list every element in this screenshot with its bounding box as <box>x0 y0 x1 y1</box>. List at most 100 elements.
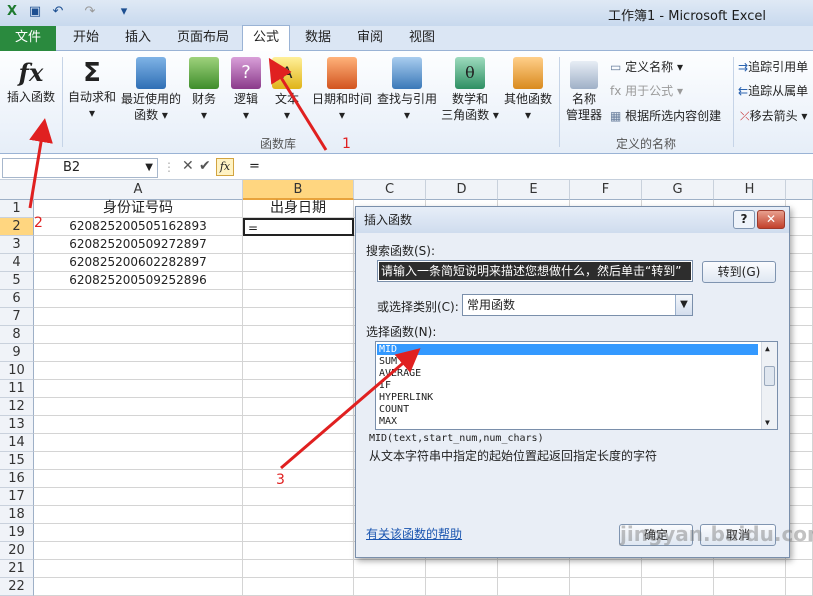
row-header[interactable]: 19 <box>0 524 34 542</box>
row-header[interactable]: 5 <box>0 272 34 290</box>
financial-button[interactable]: 财务 ▾ <box>185 57 223 123</box>
list-item-selected[interactable]: MID <box>377 344 758 355</box>
grid-cell[interactable] <box>34 344 243 362</box>
date-time-button[interactable]: 日期和时间 ▾ <box>310 57 374 123</box>
row-header[interactable]: 12 <box>0 398 34 416</box>
tab-page-layout[interactable]: 页面布局 <box>177 26 229 51</box>
grid-cell[interactable] <box>498 560 570 578</box>
grid-cell[interactable] <box>34 452 243 470</box>
close-icon[interactable]: ✕ <box>757 210 785 229</box>
expand-icon[interactable]: ⋮ <box>163 160 175 174</box>
list-item[interactable]: SUM <box>379 356 397 367</box>
scroll-down-icon[interactable]: ▼ <box>765 418 770 427</box>
undo-icon[interactable]: ↶ <box>50 4 66 20</box>
grid-cell[interactable] <box>34 470 243 488</box>
grid-cell[interactable] <box>34 326 243 344</box>
list-item[interactable]: AVERAGE <box>379 368 421 379</box>
tab-data[interactable]: 数据 <box>305 26 331 51</box>
grid-cell[interactable] <box>34 290 243 308</box>
grid-cell[interactable] <box>243 560 354 578</box>
grid-cell[interactable] <box>243 308 354 326</box>
grid-cell[interactable] <box>34 506 243 524</box>
insert-function-button[interactable]: fx 插入函数 <box>4 57 58 105</box>
row-header[interactable]: 13 <box>0 416 34 434</box>
redo-icon[interactable]: ↷ <box>82 4 98 20</box>
grid-cell[interactable] <box>786 218 813 236</box>
formula-content[interactable]: = <box>249 159 260 174</box>
tab-home[interactable]: 开始 <box>73 26 99 51</box>
grid-cell[interactable] <box>243 254 354 272</box>
grid-cell[interactable] <box>34 380 243 398</box>
grid-cell[interactable] <box>642 560 714 578</box>
lookup-reference-button[interactable]: 查找与引用 ▾ <box>376 57 438 123</box>
grid-cell[interactable] <box>570 560 642 578</box>
category-select[interactable]: 常用函数 ▼ <box>462 294 693 316</box>
grid-cell[interactable] <box>243 524 354 542</box>
trace-precedents-button[interactable]: ⇉追踪引用单 <box>738 59 808 75</box>
insert-function-icon[interactable]: fx <box>216 158 234 176</box>
cancel-icon[interactable]: ✕ <box>182 158 194 174</box>
grid-cell[interactable] <box>786 452 813 470</box>
grid-cell[interactable] <box>786 236 813 254</box>
column-header[interactable]: G <box>642 180 714 200</box>
grid-cell[interactable] <box>243 344 354 362</box>
grid-cell[interactable] <box>786 488 813 506</box>
grid-cell[interactable] <box>786 578 813 596</box>
create-from-selection-button[interactable]: ▦ 根据所选内容创建 <box>610 108 721 124</box>
grid-cell[interactable] <box>243 506 354 524</box>
row-header[interactable]: 11 <box>0 380 34 398</box>
list-item[interactable]: HYPERLINK <box>379 392 433 403</box>
math-trig-button[interactable]: θ 数学和 三角函数 ▾ <box>440 57 500 123</box>
grid-cell[interactable] <box>34 524 243 542</box>
cell-a1[interactable]: 身份证号码 <box>34 200 243 218</box>
row-header[interactable]: 15 <box>0 452 34 470</box>
grid-cell[interactable] <box>786 470 813 488</box>
grid-cell[interactable] <box>786 200 813 218</box>
grid-cell[interactable] <box>786 272 813 290</box>
scrollbar[interactable]: ▲ ▼ <box>761 342 777 429</box>
more-functions-button[interactable]: 其他函数 ▾ <box>502 57 554 123</box>
tab-file[interactable]: 文件 <box>0 26 56 51</box>
row-header[interactable]: 3 <box>0 236 34 254</box>
grid-cell[interactable] <box>243 434 354 452</box>
grid-cell[interactable] <box>786 362 813 380</box>
name-manager-button[interactable]: 名称 管理器 <box>562 61 606 123</box>
define-name-button[interactable]: ▭ 定义名称 ▾ <box>610 59 683 75</box>
grid-cell[interactable] <box>243 416 354 434</box>
row-header[interactable]: 2 <box>0 218 34 236</box>
search-input[interactable]: 请输入一条简短说明来描述您想做什么，然后单击“转到” <box>377 260 693 282</box>
column-header[interactable]: H <box>714 180 786 200</box>
grid-cell[interactable] <box>243 452 354 470</box>
row-header[interactable]: 4 <box>0 254 34 272</box>
row-header[interactable]: 18 <box>0 506 34 524</box>
tab-insert[interactable]: 插入 <box>125 26 151 51</box>
row-header[interactable]: 1 <box>0 200 34 218</box>
grid-cell[interactable] <box>354 578 426 596</box>
column-header[interactable]: F <box>570 180 642 200</box>
scroll-up-icon[interactable]: ▲ <box>765 344 770 353</box>
cell-a4[interactable]: 620825200602282897 <box>34 254 243 272</box>
grid-cell[interactable] <box>243 272 354 290</box>
logical-button[interactable]: ? 逻辑 ▾ <box>228 57 264 123</box>
row-header[interactable]: 9 <box>0 344 34 362</box>
grid-cell[interactable] <box>243 290 354 308</box>
grid-cell[interactable] <box>786 308 813 326</box>
cell-a2[interactable]: 620825200505162893 <box>34 218 243 236</box>
grid-cell[interactable] <box>243 398 354 416</box>
help-icon[interactable]: ? <box>733 210 755 229</box>
grid-cell[interactable] <box>34 578 243 596</box>
grid-cell[interactable] <box>570 578 642 596</box>
tab-view[interactable]: 视图 <box>409 26 435 51</box>
text-button[interactable]: A 文本 ▾ <box>269 57 305 123</box>
column-header[interactable]: E <box>498 180 570 200</box>
grid-cell[interactable] <box>426 578 498 596</box>
grid-cell[interactable] <box>34 398 243 416</box>
row-header[interactable]: 16 <box>0 470 34 488</box>
select-all-corner[interactable] <box>0 180 34 200</box>
chevron-down-icon[interactable]: ▼ <box>675 295 692 315</box>
grid-cell[interactable] <box>714 560 786 578</box>
cell-a3[interactable]: 620825200509272897 <box>34 236 243 254</box>
grid-cell[interactable] <box>426 560 498 578</box>
grid-cell[interactable] <box>786 254 813 272</box>
grid-cell[interactable] <box>243 236 354 254</box>
